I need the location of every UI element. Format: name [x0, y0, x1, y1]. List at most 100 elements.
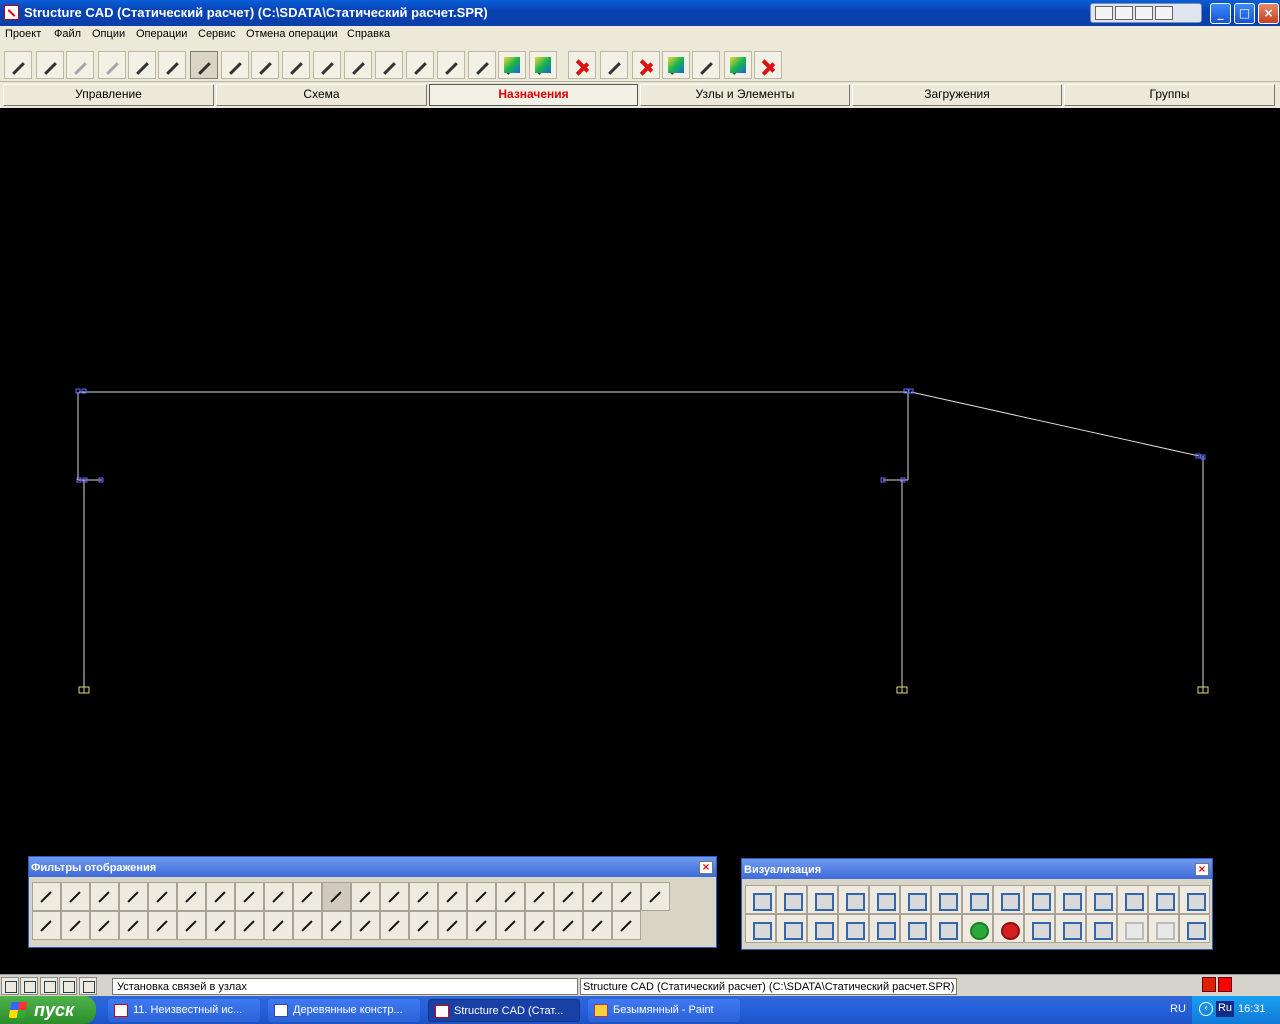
filter-rigidity-icon[interactable] [293, 882, 322, 911]
status-tool-zoom-icon[interactable] [59, 977, 77, 995]
tab-loads[interactable]: Загружения [852, 84, 1062, 106]
tray-expand-icon[interactable]: ‹ [1199, 1002, 1213, 1016]
filter-red-grid-icon[interactable] [409, 911, 438, 940]
frame-view-icon[interactable] [807, 914, 838, 943]
frame-drawing[interactable] [0, 108, 1280, 974]
cube-side-icon[interactable] [1055, 885, 1086, 914]
status-tool-fit-icon[interactable] [79, 977, 97, 995]
filter-question-x-icon[interactable] [351, 911, 380, 940]
assign-support-icon[interactable] [190, 51, 218, 79]
filter-ne-icon[interactable] [206, 882, 235, 911]
filter-section-icon[interactable] [119, 882, 148, 911]
maximize-button[interactable]: □ [1234, 3, 1255, 24]
layer-select-icon[interactable] [838, 914, 869, 943]
grid-view-icon[interactable] [1055, 914, 1086, 943]
unification-icon[interactable] [568, 51, 596, 79]
filter-brush-icon[interactable] [177, 911, 206, 940]
filter-node-links-icon[interactable] [32, 911, 61, 940]
joint-icon[interactable] [221, 51, 249, 79]
section-icon[interactable] [128, 51, 156, 79]
status-tool-grid-icon[interactable] [1, 977, 19, 995]
rigidity-icon[interactable] [4, 51, 32, 79]
status-tool-select-icon[interactable] [20, 977, 38, 995]
start-button[interactable]: пуск [0, 996, 96, 1024]
filter-solid-icon[interactable] [90, 882, 119, 911]
cut-icon[interactable] [745, 914, 776, 943]
task-button-unknown[interactable]: 11. Неизвестный ис... [108, 999, 260, 1022]
hinge-icon[interactable] [344, 51, 372, 79]
filter-n-icon[interactable] [264, 911, 293, 940]
filter-layers-icon[interactable] [206, 911, 235, 940]
filter-histogram-icon[interactable] [467, 911, 496, 940]
filter-grid-icon[interactable] [119, 911, 148, 940]
rotate-x-back-icon[interactable] [807, 885, 838, 914]
minimize-button[interactable]: _ [1210, 3, 1231, 24]
filter-nodes-icon[interactable] [351, 882, 380, 911]
blue-cube-icon[interactable] [1086, 885, 1117, 914]
filter-down-load-icon[interactable] [525, 882, 554, 911]
clock[interactable]: 16:31 [1238, 1003, 1266, 1015]
filter-boundary-icon[interactable] [61, 911, 90, 940]
window-switch-icon[interactable] [1135, 6, 1153, 20]
filter-column-icon[interactable] [641, 882, 670, 911]
rotate-y-back-icon[interactable] [931, 885, 962, 914]
filter-gm-icon[interactable] [496, 911, 525, 940]
solid-rigidity-icon[interactable] [66, 51, 94, 79]
filter-table-icon[interactable] [380, 911, 409, 940]
filter-te-icon[interactable] [264, 882, 293, 911]
check-list-icon[interactable] [600, 51, 628, 79]
rotate-z-back-icon[interactable] [869, 885, 900, 914]
menu-operations[interactable]: Операции [136, 28, 187, 40]
rotate-y-icon[interactable] [900, 885, 931, 914]
cube-front-icon[interactable] [993, 885, 1024, 914]
filter-force-icon[interactable] [554, 882, 583, 911]
display-filters-close-button[interactable]: × [699, 861, 713, 874]
filter-layer-stack-icon[interactable] [525, 911, 554, 940]
zoom-out-icon[interactable] [900, 914, 931, 943]
keyboard-layout-icon[interactable]: Ru [1216, 1001, 1234, 1017]
drawing-canvas[interactable]: Фильтры отображения × Визуализация × [0, 108, 1280, 974]
filter-question-g-icon[interactable] [322, 911, 351, 940]
filter-plate-icon[interactable] [61, 882, 90, 911]
tab-control[interactable]: Управление [3, 84, 214, 106]
tab-groups[interactable]: Группы [1064, 84, 1275, 106]
node-axes-icon[interactable] [406, 51, 434, 79]
menu-project[interactable]: Проект [5, 28, 41, 40]
red-light-icon[interactable] [993, 914, 1024, 943]
offset-icon[interactable] [251, 51, 279, 79]
element-axes-icon[interactable] [437, 51, 465, 79]
element-type-icon[interactable] [98, 51, 126, 79]
filter-distributed-load-icon[interactable] [583, 882, 612, 911]
delete-assignments-icon[interactable] [724, 51, 752, 79]
green-grid-icon[interactable] [1086, 914, 1117, 943]
filter-supports-icon[interactable] [322, 882, 351, 911]
layers-icon[interactable] [158, 51, 186, 79]
tab-scheme[interactable]: Схема [216, 84, 427, 106]
fragment-icon[interactable] [776, 914, 807, 943]
menu-service[interactable]: Сервис [198, 28, 236, 40]
task-button-wooden[interactable]: Деревянные констр... [268, 999, 420, 1022]
filter-nj-icon[interactable] [235, 882, 264, 911]
window-view-icon[interactable] [1024, 914, 1055, 943]
filter-pencil-icon[interactable] [148, 911, 177, 940]
menu-options[interactable]: Опции [92, 28, 125, 40]
title-extra-buttons[interactable] [1090, 3, 1202, 23]
language-indicator[interactable]: RU [1170, 1003, 1186, 1015]
close-button[interactable]: × [1258, 3, 1279, 24]
node-link-icon[interactable] [313, 51, 341, 79]
coupled-node-icon[interactable] [282, 51, 310, 79]
rotate-x-icon[interactable] [776, 885, 807, 914]
cube-left-icon[interactable] [1148, 885, 1179, 914]
filter-k-icon[interactable] [554, 911, 583, 940]
filter-hatching-icon[interactable] [438, 882, 467, 911]
task-button-paint[interactable]: Безымянный - Paint [588, 999, 740, 1022]
elastic-base-icon[interactable] [468, 51, 496, 79]
color-scale-icon[interactable] [662, 51, 690, 79]
local-axis-icon[interactable] [375, 51, 403, 79]
task-button-structure-cad[interactable]: Structure CAD (Стат... [428, 999, 580, 1022]
plate-rigidity-icon[interactable] [36, 51, 64, 79]
curve-icon[interactable] [632, 51, 660, 79]
material-icon[interactable] [498, 51, 526, 79]
menu-undo[interactable]: Отмена операции [246, 28, 338, 40]
tab-nodes-elements[interactable]: Узлы и Элементы [640, 84, 850, 106]
